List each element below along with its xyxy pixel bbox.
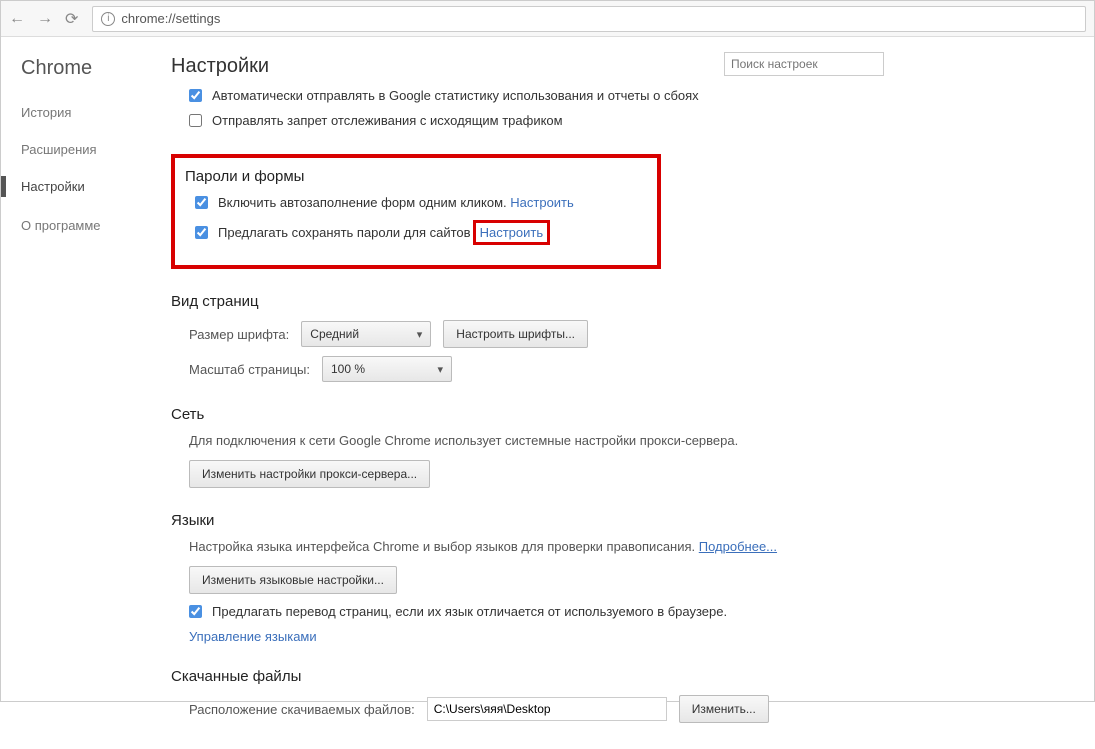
checkbox-dnt[interactable] (189, 114, 202, 127)
address-bar[interactable]: i chrome://settings (92, 6, 1086, 32)
select-font-size[interactable]: Средний (301, 321, 431, 347)
browser-toolbar: ← → ⟳ i chrome://settings (1, 1, 1094, 37)
row-download-location: Расположение скачиваемых файлов: Изменит… (189, 695, 1074, 723)
label-autofill: Включить автозаполнение форм одним клико… (218, 195, 507, 210)
url-text: chrome://settings (121, 11, 220, 26)
input-download-path[interactable] (427, 697, 667, 721)
sidebar: Chrome История Расширения Настройки О пр… (1, 37, 151, 749)
back-icon[interactable]: ← (9, 10, 25, 28)
forward-icon[interactable]: → (37, 10, 53, 28)
checkbox-row-savepw: Предлагать сохранять пароли для сайтов Н… (195, 220, 647, 245)
section-title-passwords: Пароли и формы (185, 168, 647, 185)
checkbox-row-autostats: Автоматически отправлять в Google статис… (189, 88, 1074, 103)
sidebar-item-extensions[interactable]: Расширения (21, 139, 151, 160)
section-title-languages: Языки (171, 512, 1074, 529)
checkbox-savepw[interactable] (195, 226, 208, 239)
checkbox-row-translate: Предлагать перевод страниц, если их язык… (189, 604, 1074, 619)
button-proxy-settings[interactable]: Изменить настройки прокси-сервера... (189, 460, 430, 488)
label-page-zoom: Масштаб страницы: (189, 362, 310, 377)
label-savepw: Предлагать сохранять пароли для сайтов (218, 225, 471, 240)
link-savepw-configure[interactable]: Настроить (480, 225, 544, 240)
checkbox-autofill[interactable] (195, 196, 208, 209)
row-page-zoom: Масштаб страницы: 100 % (189, 356, 1074, 382)
label-dnt: Отправлять запрет отслеживания с исходящ… (212, 113, 563, 128)
link-autofill-configure[interactable]: Настроить (510, 195, 574, 210)
brand-title: Chrome (21, 57, 151, 80)
button-configure-fonts[interactable]: Настроить шрифты... (443, 320, 588, 348)
site-info-icon[interactable]: i (101, 12, 115, 26)
section-title-downloads: Скачанные файлы (171, 668, 1074, 685)
sidebar-item-history[interactable]: История (21, 102, 151, 123)
checkbox-row-dnt: Отправлять запрет отслеживания с исходящ… (189, 113, 1074, 128)
text-languages-desc: Настройка языка интерфейса Chrome и выбо… (189, 539, 1074, 554)
checkbox-row-autofill: Включить автозаполнение форм одним клико… (195, 195, 647, 210)
page-title: Настройки (171, 55, 1074, 78)
select-page-zoom[interactable]: 100 % (322, 356, 452, 382)
reload-icon[interactable]: ⟳ (65, 9, 78, 29)
section-title-pageview: Вид страниц (171, 293, 1074, 310)
main-content: Настройки Автоматически отправлять в Goo… (151, 37, 1094, 749)
label-download-location: Расположение скачиваемых файлов: (189, 702, 415, 717)
link-languages-more[interactable]: Подробнее... (699, 539, 777, 554)
highlight-passwords-section: Пароли и формы Включить автозаполнение ф… (171, 154, 661, 269)
label-font-size: Размер шрифта: (189, 327, 289, 342)
link-manage-languages[interactable]: Управление языками (189, 629, 1074, 644)
text-network-desc: Для подключения к сети Google Chrome исп… (189, 433, 1074, 448)
label-translate: Предлагать перевод страниц, если их язык… (212, 604, 727, 619)
highlight-savepw-link: Настроить (473, 220, 551, 245)
section-title-network: Сеть (171, 406, 1074, 423)
row-font-size: Размер шрифта: Средний Настроить шрифты.… (189, 320, 1074, 348)
checkbox-autostats[interactable] (189, 89, 202, 102)
sidebar-item-about[interactable]: О программе (21, 215, 151, 236)
checkbox-translate[interactable] (189, 605, 202, 618)
label-autostats: Автоматически отправлять в Google статис… (212, 88, 699, 103)
search-settings-input[interactable] (724, 52, 884, 76)
button-language-settings[interactable]: Изменить языковые настройки... (189, 566, 397, 594)
button-change-download-path[interactable]: Изменить... (679, 695, 769, 723)
sidebar-item-settings[interactable]: Настройки (1, 176, 151, 197)
